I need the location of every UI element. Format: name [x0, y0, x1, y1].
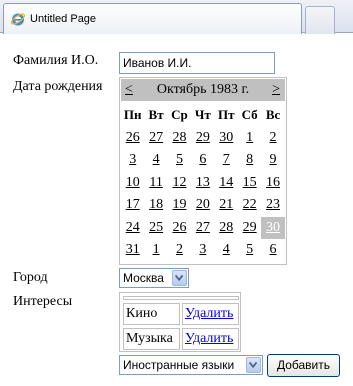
calendar-day[interactable]: 1	[238, 127, 261, 150]
calendar-day[interactable]: 5	[168, 149, 191, 172]
calendar-day[interactable]: 30	[215, 127, 238, 150]
interest-name: Кино	[123, 303, 180, 325]
calendar-day[interactable]: 26	[168, 217, 191, 240]
calendar-next-month-link[interactable]: >	[272, 82, 280, 98]
new-tab-button[interactable]	[305, 6, 335, 34]
interest-row: Кино Удалить	[123, 303, 239, 325]
calendar-weekday: Вс	[265, 107, 281, 122]
interest-select[interactable]: Иностранные языки	[119, 355, 263, 375]
city-label: Город	[13, 270, 48, 285]
interests-table: Кино Удалить Музыка Удалить	[119, 292, 241, 352]
calendar-day[interactable]: 27	[191, 217, 214, 240]
calendar-day[interactable]: 7	[215, 149, 238, 172]
tab-title: Untitled Page	[30, 13, 97, 25]
calendar-day[interactable]: 14	[215, 172, 238, 195]
chevron-down-icon	[248, 361, 258, 369]
calendar-day[interactable]: 5	[238, 239, 261, 262]
interest-select-value: Иностранные языки	[123, 358, 235, 372]
calendar-day[interactable]: 28	[168, 127, 191, 150]
interest-row: Музыка Удалить	[123, 328, 239, 350]
chevron-down-icon	[174, 274, 184, 282]
calendar-day-selected[interactable]: 30	[261, 216, 285, 239]
calendar-weekday: Пт	[218, 107, 235, 122]
browser-tab[interactable]: Untitled Page	[3, 3, 302, 34]
calendar-day[interactable]: 25	[144, 217, 167, 240]
calendar-day[interactable]: 19	[168, 194, 191, 217]
browser-tab-strip: Untitled Page	[0, 0, 353, 34]
name-input[interactable]: Иванов И.И.	[119, 52, 275, 74]
city-select-dropdown-button[interactable]	[172, 270, 187, 286]
city-select[interactable]: Москва	[119, 268, 189, 288]
calendar-day[interactable]: 17	[121, 194, 144, 217]
calendar-day[interactable]: 13	[191, 172, 214, 195]
calendar-day[interactable]: 9	[261, 149, 284, 172]
calendar-month-title: Октябрь 1983 г.	[156, 82, 250, 97]
calendar-day[interactable]: 27	[144, 127, 167, 150]
calendar-day[interactable]: 21	[215, 194, 238, 217]
calendar-day[interactable]: 6	[261, 239, 284, 262]
calendar-day[interactable]: 1	[144, 239, 167, 262]
calendar-day[interactable]: 12	[168, 172, 191, 195]
calendar-day[interactable]: 18	[144, 194, 167, 217]
calendar-week-row: 17 18 19 20 21 22 23	[121, 194, 285, 217]
calendar-day[interactable]: 28	[215, 217, 238, 240]
calendar-day[interactable]: 24	[121, 217, 144, 240]
calendar-day[interactable]: 26	[121, 127, 144, 150]
calendar-weekday: Чт	[194, 107, 211, 122]
birthdate-calendar: < Октябрь 1983 г. > Пн Вт Ср Чт Пт Сб Вс 26 27 28…	[119, 77, 287, 265]
calendar-weekday: Вт	[148, 107, 164, 122]
interest-delete-link[interactable]: Удалить	[182, 303, 239, 325]
calendar-day[interactable]: 20	[191, 194, 214, 217]
calendar-day[interactable]: 22	[238, 194, 261, 217]
interest-delete-link[interactable]: Удалить	[182, 328, 239, 350]
calendar-day[interactable]: 3	[191, 239, 214, 262]
calendar-day[interactable]: 15	[238, 172, 261, 195]
calendar-day[interactable]: 3	[121, 149, 144, 172]
calendar-day[interactable]: 2	[168, 239, 191, 262]
interests-label: Интересы	[13, 294, 73, 309]
calendar-grid: Пн Вт Ср Чт Пт Сб Вс 26 27 28 29 30 1 2 3 4 5 6 7 8 9 10 11 12 1…	[121, 104, 285, 262]
calendar-day[interactable]: 2	[261, 127, 284, 150]
calendar-header: < Октябрь 1983 г. >	[121, 79, 285, 101]
interest-select-dropdown-button[interactable]	[246, 357, 261, 373]
city-select-value: Москва	[123, 271, 164, 285]
calendar-weekday-row: Пн Вт Ср Чт Пт Сб Вс	[121, 104, 285, 127]
calendar-week-row: 3456789	[121, 149, 285, 172]
dob-label: Дата рождения	[13, 79, 103, 94]
add-interest-button[interactable]: Добавить	[267, 354, 340, 377]
calendar-day[interactable]: 31	[121, 239, 144, 262]
calendar-day[interactable]: 8	[238, 149, 261, 172]
calendar-week-row: 10 11 12 13 14 15 16	[121, 172, 285, 195]
interests-table-header	[123, 296, 239, 300]
calendar-week-row: 24 25 26 27 28 29 30	[121, 216, 285, 240]
internet-explorer-icon	[10, 13, 26, 26]
calendar-week-row: 26 27 28 29 30 1 2	[121, 127, 285, 150]
calendar-weekday: Ср	[171, 107, 188, 122]
calendar-day[interactable]: 11	[144, 172, 167, 195]
calendar-week-row: 31 1 2 3 4 5 6	[121, 239, 285, 262]
calendar-day[interactable]: 29	[238, 217, 261, 240]
calendar-day[interactable]: 4	[215, 239, 238, 262]
interest-name: Музыка	[123, 328, 180, 350]
calendar-day[interactable]: 4	[144, 149, 167, 172]
calendar-day[interactable]: 6	[191, 149, 214, 172]
calendar-day[interactable]: 29	[191, 127, 214, 150]
calendar-weekday: Сб	[241, 107, 258, 122]
calendar-day[interactable]: 10	[121, 172, 144, 195]
name-label: Фамилия И.О.	[13, 53, 99, 68]
calendar-day[interactable]: 23	[261, 194, 284, 217]
calendar-weekday: Пн	[123, 107, 142, 122]
calendar-day[interactable]: 16	[261, 172, 284, 195]
